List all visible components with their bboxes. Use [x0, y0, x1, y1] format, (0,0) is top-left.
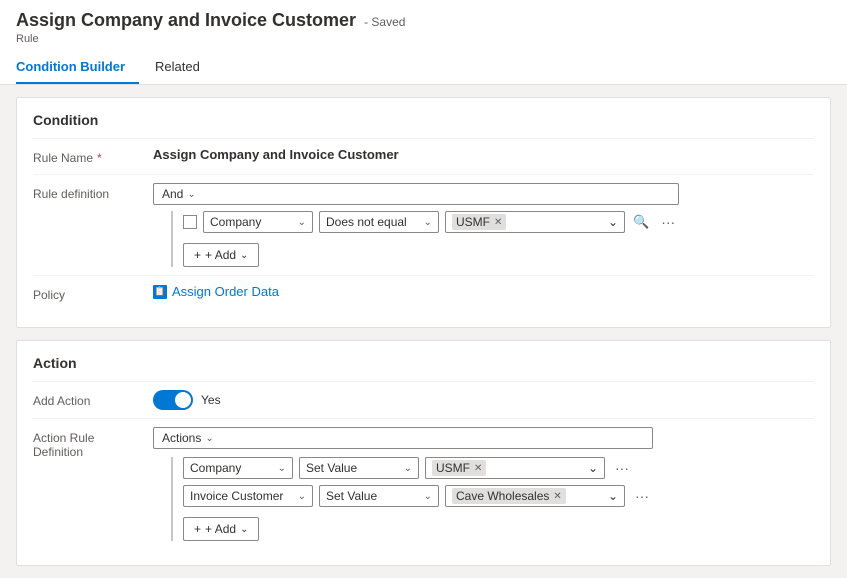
action-value-tag-2: Cave Wholesales ✕: [452, 488, 566, 504]
plus-icon: +: [194, 248, 201, 262]
chevron-down-icon: ⌄: [298, 217, 306, 228]
policy-row: Policy 📋 Assign Order Data: [33, 275, 814, 311]
page-header: Assign Company and Invoice Customer - Sa…: [0, 0, 847, 85]
action-field-dropdown-2[interactable]: Invoice Customer ⌄: [183, 485, 313, 507]
action-rule-label: Action Rule Definition: [33, 427, 153, 459]
action-rule-def-row: Action Rule Definition Actions ⌄ Company…: [33, 418, 814, 549]
toggle-knob: [175, 392, 191, 408]
condition-card-title: Condition: [33, 112, 814, 128]
chevron-down-icon: ⌄: [608, 489, 618, 503]
add-action-condition-row: + + Add ⌄: [183, 513, 653, 541]
add-action-value: Yes: [153, 390, 814, 410]
plus-icon: +: [194, 522, 201, 536]
tabs-bar: Condition Builder Related: [16, 51, 831, 84]
toggle-wrapper: Yes: [153, 390, 221, 410]
add-condition-row: + + Add ⌄: [183, 239, 679, 267]
action-condition-group: Company ⌄ Set Value ⌄ USMF ✕: [171, 457, 653, 541]
field-dropdown[interactable]: Company ⌄: [203, 211, 313, 233]
policy-icon: 📋: [153, 285, 167, 299]
rule-definition-row: Rule definition And ⌄ Company ⌄: [33, 174, 814, 275]
ellipsis-button[interactable]: ···: [657, 212, 679, 232]
action-value-tag-field-2[interactable]: Cave Wholesales ✕ ⌄: [445, 485, 625, 507]
condition-card: Condition Rule Name * Assign Company and…: [16, 97, 831, 328]
page-title: Assign Company and Invoice Customer: [16, 10, 356, 31]
rule-name-value: Assign Company and Invoice Customer: [153, 147, 814, 162]
action-value-tag-field-1[interactable]: USMF ✕ ⌄: [425, 457, 605, 479]
tab-related[interactable]: Related: [155, 51, 214, 84]
action-operator-dropdown-1[interactable]: Set Value ⌄: [299, 457, 419, 479]
tab-condition-builder[interactable]: Condition Builder: [16, 51, 139, 84]
action-operator-dropdown-2[interactable]: Set Value ⌄: [319, 485, 439, 507]
value-tag-field[interactable]: USMF ✕ ⌄: [445, 211, 625, 233]
action-rule-value: Actions ⌄ Company ⌄ Set Value ⌄: [153, 427, 814, 541]
value-tag: USMF ✕: [452, 214, 506, 230]
policy-link[interactable]: 📋 Assign Order Data: [153, 284, 279, 299]
and-dropdown[interactable]: And ⌄: [153, 183, 679, 205]
required-star: *: [97, 151, 102, 165]
ellipsis-button-2[interactable]: ···: [631, 486, 653, 506]
rule-name-row: Rule Name * Assign Company and Invoice C…: [33, 138, 814, 174]
search-icon-button[interactable]: 🔍: [631, 212, 651, 232]
rule-name-text: Assign Company and Invoice Customer: [153, 147, 399, 162]
chevron-down-icon: ⌄: [205, 433, 213, 444]
actions-dropdown[interactable]: Actions ⌄: [153, 427, 653, 449]
action-card: Action Add Action Yes Action Rule Defini…: [16, 340, 831, 566]
action-row-1: Company ⌄ Set Value ⌄ USMF ✕: [183, 457, 653, 479]
tag-close-icon[interactable]: ✕: [474, 463, 482, 474]
chevron-down-icon: ⌄: [240, 250, 248, 261]
ellipsis-button-1[interactable]: ···: [611, 458, 633, 478]
chevron-down-icon: ⌄: [187, 189, 195, 200]
operator-dropdown[interactable]: Does not equal ⌄: [319, 211, 439, 233]
actions-group: Actions ⌄ Company ⌄ Set Value ⌄: [153, 427, 653, 541]
tag-close-icon[interactable]: ✕: [553, 491, 561, 502]
condition-group: Company ⌄ Does not equal ⌄ USMF ✕: [171, 211, 679, 267]
chevron-down-icon: ⌄: [424, 217, 432, 228]
toggle-label: Yes: [201, 393, 221, 407]
add-button[interactable]: + + Add ⌄: [183, 243, 259, 267]
rule-name-label: Rule Name *: [33, 147, 153, 165]
add-action-button[interactable]: + + Add ⌄: [183, 517, 259, 541]
rule-definition-label: Rule definition: [33, 183, 153, 201]
rule-definition-value: And ⌄ Company ⌄ Does not equal: [153, 183, 814, 267]
chevron-down-icon: ⌄: [588, 461, 598, 475]
main-content: Condition Rule Name * Assign Company and…: [0, 85, 847, 578]
chevron-down-icon: ⌄: [298, 491, 306, 502]
add-action-row: Add Action Yes: [33, 381, 814, 418]
action-card-title: Action: [33, 355, 814, 371]
condition-checkbox[interactable]: [183, 215, 197, 229]
chevron-down-icon: ⌄: [424, 491, 432, 502]
page-subtitle: Rule: [16, 33, 831, 45]
add-action-label: Add Action: [33, 390, 153, 408]
policy-value: 📋 Assign Order Data: [153, 284, 814, 299]
policy-label: Policy: [33, 284, 153, 302]
chevron-down-icon: ⌄: [278, 463, 286, 474]
tag-close-icon[interactable]: ✕: [494, 217, 502, 228]
action-field-dropdown-1[interactable]: Company ⌄: [183, 457, 293, 479]
rule-definition-area: And ⌄ Company ⌄ Does not equal: [153, 183, 679, 267]
action-value-tag-1: USMF ✕: [432, 460, 486, 476]
toggle-switch[interactable]: [153, 390, 193, 410]
chevron-down-icon: ⌄: [240, 524, 248, 535]
action-row-2: Invoice Customer ⌄ Set Value ⌄ Cave Whol…: [183, 485, 653, 507]
chevron-down-icon: ⌄: [608, 215, 618, 229]
condition-item-1: Company ⌄ Does not equal ⌄ USMF ✕: [183, 211, 679, 233]
chevron-down-icon: ⌄: [404, 463, 412, 474]
saved-badge: - Saved: [364, 15, 405, 29]
